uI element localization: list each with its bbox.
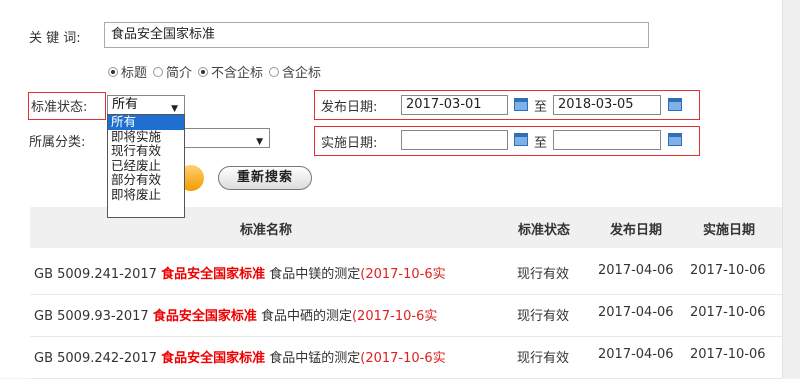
radio-summary-dot[interactable] (153, 66, 164, 77)
category-label: 所属分类: (29, 135, 86, 150)
row-impl-date: 2017-10-06 (690, 347, 766, 362)
search-scope-radios: 标题 简介 不含企标 含企标 (108, 62, 327, 81)
status-option-partial[interactable]: 部分有效 (108, 173, 184, 188)
radio-exclude-enterprise-label: 不含企标 (211, 66, 264, 81)
row-status: 现行有效 (517, 351, 570, 366)
row-publish-date: 2017-04-06 (598, 305, 674, 320)
table-row[interactable]: GB 5009.93-2017 食品安全国家标准 食品中硒的测定(2017-10… (30, 290, 782, 337)
keyword-input[interactable]: 食品安全国家标准 (104, 22, 649, 48)
status-option-current[interactable]: 现行有效 (108, 144, 184, 159)
standard-extra: (2017-10-6实 (360, 351, 446, 366)
radio-include-enterprise-dot[interactable] (269, 66, 280, 77)
keyword-highlight: 食品安全国家标准 (161, 267, 266, 282)
standard-title: 食品中镁的测定 (269, 267, 361, 282)
row-status: 现行有效 (517, 309, 570, 324)
radio-include-enterprise-label: 含企标 (282, 66, 322, 81)
header-standard-name[interactable]: 标准名称 (240, 219, 292, 238)
header-status[interactable]: 标准状态 (518, 219, 570, 238)
standard-title-link[interactable]: GB 5009.242-2017 食品安全国家标准 食品中锰的测定(2017-1… (34, 347, 446, 366)
standard-code: GB 5009.242-2017 (34, 351, 157, 366)
vertical-scrollbar[interactable] (782, 0, 800, 378)
status-select-value: 所有 (112, 97, 139, 112)
status-select[interactable]: 所有 ▼ (107, 95, 185, 115)
publish-date-to-input[interactable]: 2018-03-05 (553, 95, 661, 115)
standard-code: GB 5009.93-2017 (34, 309, 149, 324)
radio-title[interactable]: 标题 (108, 62, 147, 81)
chevron-down-icon: ▼ (256, 137, 263, 147)
calendar-icon[interactable] (668, 133, 682, 146)
impl-date-to-label: 至 (534, 136, 548, 151)
header-publish-date[interactable]: 发布日期 (610, 219, 662, 238)
row-publish-date: 2017-04-06 (598, 263, 674, 278)
radio-title-dot[interactable] (108, 66, 118, 77)
keyword-highlight: 食品安全国家标准 (152, 309, 257, 324)
impl-date-label: 实施日期: (321, 136, 378, 151)
standard-code: GB 5009.241-2017 (34, 267, 157, 282)
radio-title-label: 标题 (121, 66, 148, 81)
status-option-to-be-abolished[interactable]: 即将废止 (108, 187, 184, 203)
radio-include-enterprise[interactable]: 含企标 (269, 62, 321, 81)
header-impl-date[interactable]: 实施日期 (703, 219, 755, 238)
row-impl-date: 2017-10-06 (690, 305, 766, 320)
radio-summary-label: 简介 (166, 66, 193, 81)
status-dropdown-list: 所有 即将实施 现行有效 已经废止 部分有效 即将废止 (107, 114, 185, 218)
search-panel: 关 键 词: 食品安全国家标准 标题 简介 不含企标 含企标 标准状态: 所有 … (0, 0, 782, 379)
row-impl-date: 2017-10-06 (690, 263, 766, 278)
status-label: 标准状态: (31, 100, 88, 115)
keyword-label: 关 键 词: (29, 31, 81, 46)
publish-date-from-input[interactable]: 2017-03-01 (401, 95, 508, 115)
standard-title-link[interactable]: GB 5009.241-2017 食品安全国家标准 食品中镁的测定(2017-1… (34, 263, 446, 282)
table-row[interactable]: GB 5009.241-2017 食品安全国家标准 食品中镁的测定(2017-1… (30, 248, 782, 295)
publish-date-label: 发布日期: (321, 100, 378, 115)
calendar-icon[interactable] (668, 98, 682, 111)
standard-title-link[interactable]: GB 5009.93-2017 食品安全国家标准 食品中硒的测定(2017-10… (34, 305, 437, 324)
radio-exclude-enterprise-dot[interactable] (198, 66, 209, 77)
standard-title: 食品中硒的测定 (260, 309, 352, 324)
table-row[interactable]: GB 5009.242-2017 食品安全国家标准 食品中锰的测定(2017-1… (30, 332, 782, 379)
standard-extra: (2017-10-6实 (351, 309, 438, 324)
impl-date-from-input[interactable] (401, 130, 508, 150)
impl-date-to-input[interactable] (553, 130, 661, 150)
status-option-abolished[interactable]: 已经废止 (108, 158, 184, 174)
radio-exclude-enterprise[interactable]: 不含企标 (198, 62, 263, 81)
standard-title: 食品中锰的测定 (269, 351, 361, 366)
keyword-highlight: 食品安全国家标准 (161, 351, 266, 366)
standard-extra: (2017-10-6实 (360, 267, 446, 282)
calendar-icon[interactable] (514, 133, 528, 146)
row-status: 现行有效 (517, 267, 570, 282)
calendar-icon[interactable] (514, 98, 528, 111)
status-option-all[interactable]: 所有 (108, 114, 184, 130)
row-publish-date: 2017-04-06 (598, 347, 674, 362)
status-option-upcoming[interactable]: 即将实施 (108, 129, 184, 145)
publish-date-to-label: 至 (534, 100, 548, 115)
radio-summary[interactable]: 简介 (153, 62, 192, 81)
reset-search-button[interactable]: 重新搜索 (218, 166, 312, 190)
